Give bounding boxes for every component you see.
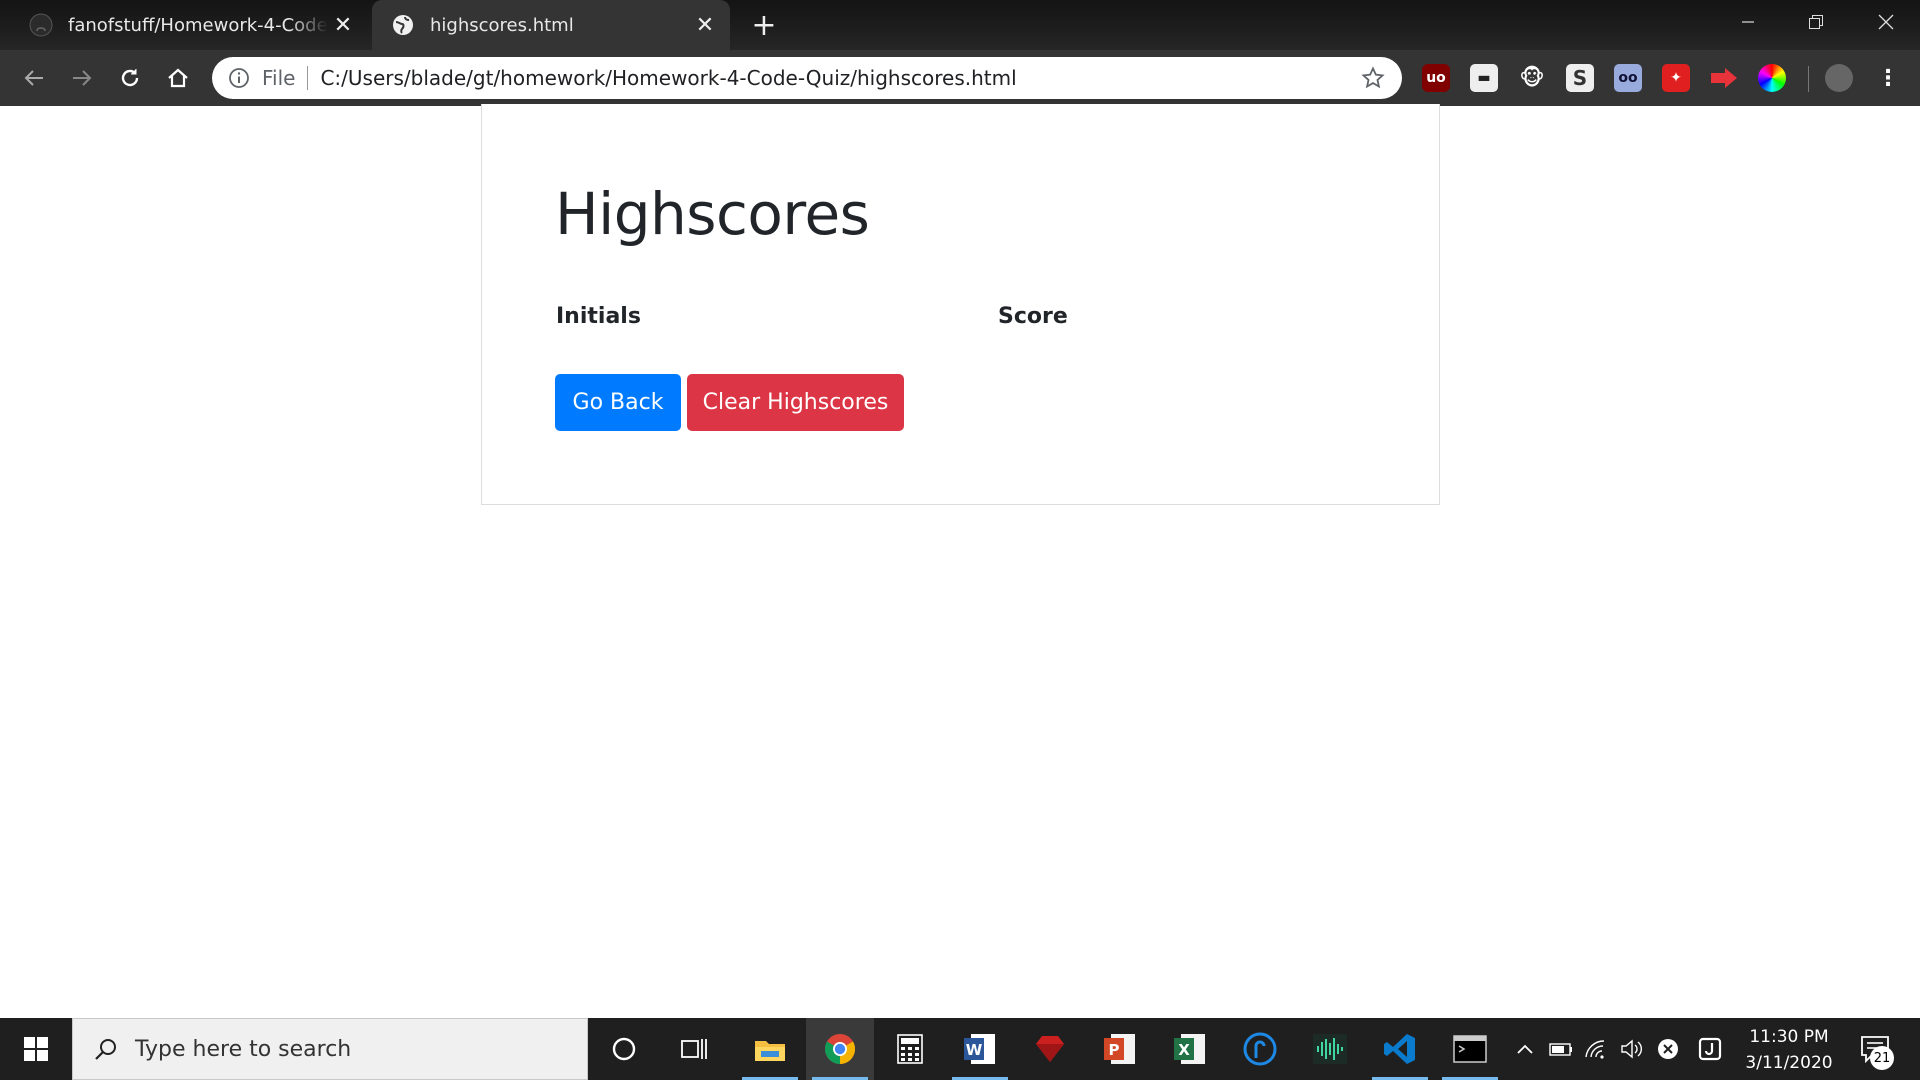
excel-icon[interactable]: X	[1156, 1018, 1224, 1080]
app-tray-icon[interactable]	[1690, 1018, 1730, 1080]
tab-github[interactable]: fanofstuff/Homework-4-Code-Quiz ✕	[0, 0, 368, 50]
new-tab-plus-icon[interactable]: +	[748, 8, 780, 43]
star-icon[interactable]	[1358, 63, 1388, 93]
github-icon	[28, 12, 54, 38]
close-window-icon[interactable]	[1852, 0, 1920, 44]
powerpoint-icon[interactable]: P	[1086, 1018, 1154, 1080]
terminal-icon[interactable]	[1436, 1018, 1504, 1080]
app-blue-icon[interactable]	[1226, 1018, 1294, 1080]
chrome-icon[interactable]	[806, 1018, 874, 1080]
home-icon[interactable]	[158, 58, 198, 98]
search-icon	[91, 1034, 121, 1064]
highscores-card: Highscores Initials Score Go Back Clear …	[481, 104, 1440, 505]
clock-time: 11:30 PM	[1749, 1027, 1829, 1047]
monkey-icon[interactable]: 🐵	[1518, 64, 1546, 92]
vscode-icon[interactable]	[1366, 1018, 1434, 1080]
score-header: Score	[998, 304, 1068, 329]
close-circle-icon[interactable]	[1650, 1018, 1686, 1080]
windows-start-icon[interactable]	[0, 1018, 72, 1080]
task-view-icon[interactable]	[660, 1018, 728, 1080]
goggles-icon[interactable]: oo	[1614, 64, 1642, 92]
minimize-icon[interactable]	[1714, 0, 1782, 44]
back-arrow-icon[interactable]	[14, 58, 54, 98]
page-title: Highscores	[555, 180, 870, 248]
close-icon[interactable]: ✕	[690, 10, 720, 40]
cortana-icon[interactable]	[590, 1018, 658, 1080]
word-icon[interactable]: W	[946, 1018, 1014, 1080]
scheme-label: File	[262, 66, 296, 90]
clock-date: 3/11/2020	[1745, 1053, 1833, 1073]
info-icon[interactable]	[226, 65, 252, 91]
color-wheel-icon[interactable]	[1758, 64, 1786, 92]
notification-icon[interactable]: 21	[1852, 1026, 1898, 1072]
file-explorer-icon[interactable]	[736, 1018, 804, 1080]
red-note-icon[interactable]: ✦	[1662, 64, 1690, 92]
ruby-icon[interactable]	[1016, 1018, 1084, 1080]
s-extension-icon[interactable]: S	[1566, 64, 1594, 92]
browser-toolbar: File C:/Users/blade/gt/homework/Homework…	[0, 50, 1920, 106]
battery-icon[interactable]	[1542, 1018, 1578, 1080]
svg-text:W: W	[966, 1041, 983, 1059]
red-arrow-icon[interactable]	[1710, 64, 1738, 92]
system-clock[interactable]: 11:30 PM 3/11/2020	[1738, 1024, 1840, 1076]
tab-title: highscores.html	[430, 14, 574, 36]
volume-icon[interactable]	[1614, 1018, 1650, 1080]
clear-highscores-button[interactable]: Clear Highscores	[687, 374, 904, 431]
ublock-icon[interactable]: uo	[1422, 64, 1450, 92]
restore-icon[interactable]	[1782, 0, 1850, 44]
extension-dark-icon[interactable]: ▬	[1470, 64, 1498, 92]
notification-count-badge: 21	[1870, 1046, 1894, 1070]
tab-highscores[interactable]: highscores.html ✕	[372, 0, 730, 50]
go-back-button[interactable]: Go Back	[555, 374, 681, 431]
tab-title: fanofstuff/Homework-4-Code-Quiz	[68, 14, 328, 36]
divider	[307, 66, 309, 90]
divider	[1808, 66, 1809, 92]
reload-icon[interactable]	[110, 58, 150, 98]
svg-text:X: X	[1178, 1041, 1190, 1059]
search-placeholder: Type here to search	[135, 1036, 352, 1062]
forward-arrow-icon[interactable]	[62, 58, 102, 98]
close-icon[interactable]: ✕	[328, 10, 358, 40]
windows-taskbar: Type here to search W P X 11:30 PM 3/11/…	[0, 1018, 1920, 1080]
taskbar-search-input[interactable]: Type here to search	[72, 1018, 588, 1080]
tab-strip: fanofstuff/Homework-4-Code-Quiz ✕ highsc…	[0, 0, 1920, 50]
address-bar[interactable]: File C:/Users/blade/gt/homework/Homework…	[212, 57, 1402, 99]
initials-header: Initials	[556, 304, 641, 329]
audio-app-icon[interactable]	[1296, 1018, 1364, 1080]
svg-text:P: P	[1109, 1041, 1120, 1059]
chevron-up-icon[interactable]	[1508, 1018, 1542, 1080]
calculator-icon[interactable]	[876, 1018, 944, 1080]
page-viewport: Highscores Initials Score Go Back Clear …	[0, 104, 1920, 1018]
wifi-icon[interactable]	[1578, 1018, 1614, 1080]
url-text[interactable]: C:/Users/blade/gt/homework/Homework-4-Co…	[320, 66, 1358, 90]
avatar[interactable]	[1825, 64, 1853, 92]
menu-dots-icon[interactable]: ⋮	[1874, 64, 1902, 92]
globe-icon	[390, 12, 416, 38]
